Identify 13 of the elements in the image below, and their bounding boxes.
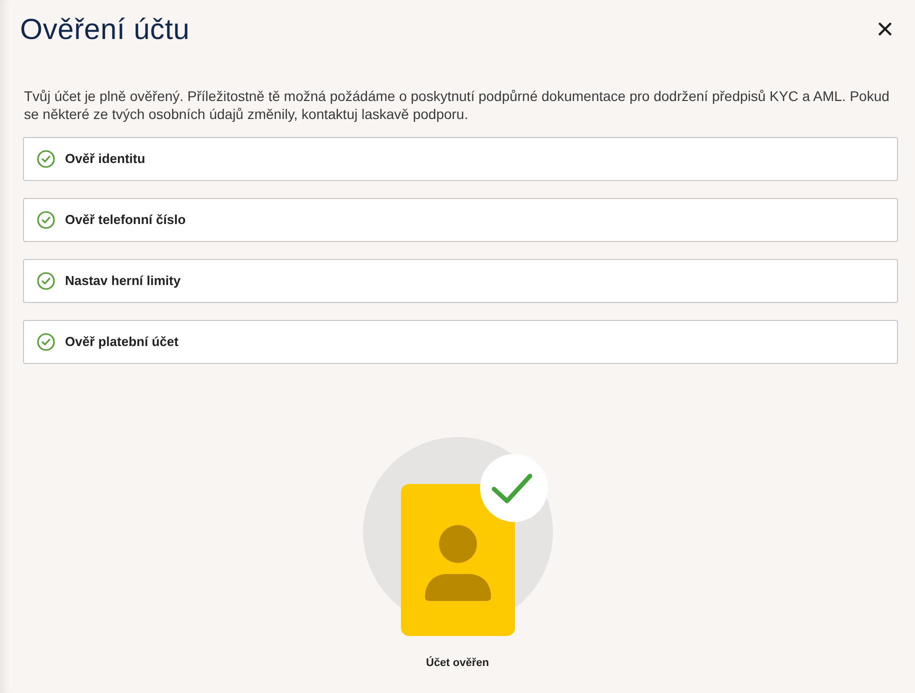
intro-paragraph: Tvůj účet je plně ověřený. Příležitostně tě možná požádáme o poskytnutí podpůrné dokumentace pro dodržení předpisů KYC a AML. Pokud se některé ze tvých osobních údajů změnily, kontaktuj laskavě podporu. [24, 87, 890, 123]
verification-step-item[interactable]: Ověř telefonní číslo [23, 198, 898, 242]
close-button[interactable]: × [871, 15, 899, 45]
step-label: Ověř telefonní číslo [65, 211, 186, 230]
step-label: Ověř identitu [65, 150, 146, 168]
verification-step-item[interactable]: Ověř identitu [23, 137, 898, 181]
status-caption: Účet ověřen [426, 656, 489, 670]
verification-step-item[interactable]: Nastav herní limity [23, 259, 898, 303]
id-card-person-icon [400, 484, 514, 636]
step-label: Nastav herní limity [65, 272, 181, 290]
step-label: Ověř platební účet [65, 333, 178, 352]
verification-step-item[interactable]: Ověř platební účet [23, 320, 898, 364]
dialog-title: Ověření účtu [20, 13, 190, 48]
